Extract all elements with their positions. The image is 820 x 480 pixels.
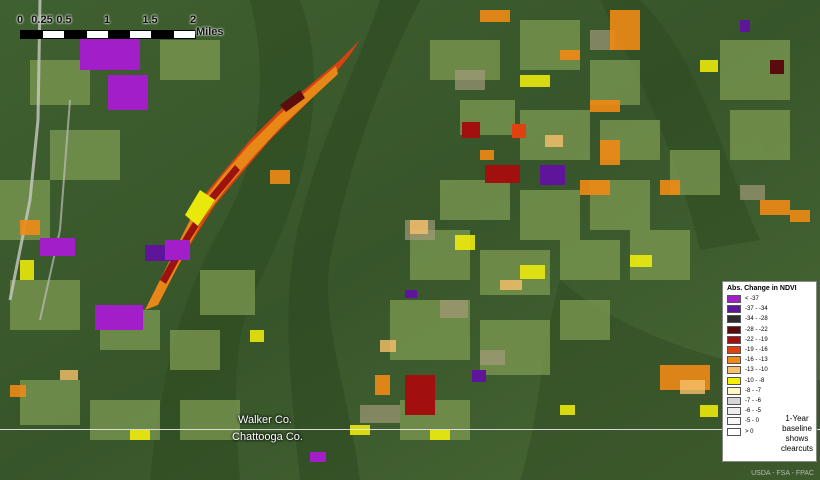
legend-label: -10 - -8: [745, 377, 765, 384]
legend-label: -19 - -16: [745, 347, 768, 354]
legend-swatch: [727, 417, 741, 426]
legend-swatch: [727, 386, 741, 395]
terrain-imagery: [0, 0, 820, 480]
legend-row: -10 - -8: [727, 376, 812, 386]
legend-swatch: [727, 376, 741, 385]
county-label-south: Chattooga Co.: [232, 431, 303, 443]
legend-row: -13 - -10: [727, 365, 812, 375]
legend-label: -16 - -13: [745, 357, 768, 364]
legend-swatch: [727, 335, 741, 344]
county-label-north: Walker Co.: [238, 414, 292, 426]
scale-bar: 0 0.25 0.5 1 1.5 2 Miles: [14, 14, 234, 44]
scale-units: Miles: [196, 26, 224, 38]
legend-row: -22 - -19: [727, 335, 812, 345]
legend-label: -8 - -7: [745, 387, 762, 394]
imagery-credit: USDA - FSA - FPAC: [751, 470, 814, 477]
legend-swatch: [727, 325, 741, 334]
legend-row: < -37: [727, 294, 812, 304]
legend-swatch: [727, 295, 741, 304]
legend-row: -34 - -28: [727, 314, 812, 324]
legend-label: > 0: [745, 428, 754, 435]
scale-tick-label: 1: [103, 14, 111, 26]
legend-label: -7 - -6: [745, 397, 762, 404]
legend-label: -34 - -28: [745, 316, 768, 323]
legend-row: -37 - -34: [727, 304, 812, 314]
legend-row: -19 - -16: [727, 345, 812, 355]
scale-bar-graphic: [20, 30, 196, 39]
legend-swatch: [727, 407, 741, 416]
legend-label: -37 - -34: [745, 306, 768, 313]
scale-tick-label: 0.25: [31, 14, 53, 26]
legend-label: -13 - -10: [745, 367, 768, 374]
legend-label: -5 - 0: [745, 418, 760, 425]
legend-swatch: [727, 366, 741, 375]
legend-swatch: [727, 315, 741, 324]
legend-label: -28 - -22: [745, 326, 768, 333]
legend-note: 1-Year baseline shows clearcuts: [780, 414, 813, 453]
scale-tick-label: 0.5: [56, 14, 72, 26]
county-boundary: [0, 429, 820, 430]
scale-tick-label: 0: [16, 14, 24, 26]
legend-swatch: [727, 396, 741, 405]
legend-label: -22 - -19: [745, 336, 768, 343]
ndvi-change-map[interactable]: 0 0.25 0.5 1 1.5 2 Miles Walker Co. Chat…: [0, 0, 820, 480]
legend-swatch: [727, 427, 741, 436]
legend-row: -8 - -7: [727, 386, 812, 396]
legend-swatch: [727, 356, 741, 365]
legend-row: -7 - -6: [727, 396, 812, 406]
legend-swatch: [727, 346, 741, 355]
legend-row: -28 - -22: [727, 325, 812, 335]
scale-tick-label: 1.5: [142, 14, 158, 26]
legend-label: < -37: [745, 296, 759, 303]
legend-row: -16 - -13: [727, 355, 812, 365]
scale-tick-label: 2: [189, 14, 197, 26]
legend: Abs. Change in NDVI < -37 -37 - -34 -34 - …: [722, 281, 817, 462]
legend-title: Abs. Change in NDVI: [727, 285, 797, 292]
legend-swatch: [727, 305, 741, 314]
legend-label: -6 - -5: [745, 408, 762, 415]
